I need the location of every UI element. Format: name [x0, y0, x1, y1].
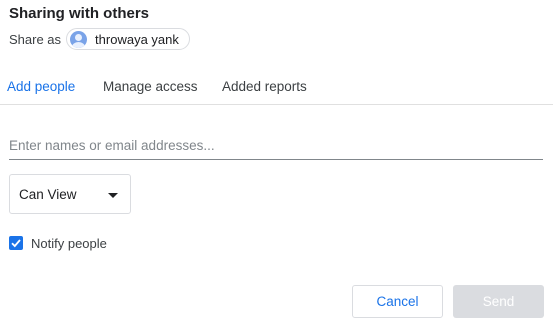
permission-dropdown[interactable]: Can View: [9, 174, 131, 214]
tab-bar: Add people Manage access Added reports: [0, 70, 553, 105]
send-button[interactable]: Send: [453, 285, 544, 318]
tab-added-reports[interactable]: Added reports: [222, 79, 307, 94]
cancel-button[interactable]: Cancel: [352, 285, 443, 318]
notify-label: Notify people: [31, 235, 107, 251]
checkmark-icon: [11, 239, 21, 248]
user-chip[interactable]: throwaya yank: [66, 28, 190, 50]
share-as-row: Share as throwaya yank: [9, 28, 190, 50]
user-name: throwaya yank: [95, 31, 179, 47]
dropdown-arrow-icon: [108, 193, 118, 198]
share-as-label: Share as: [9, 31, 62, 47]
tab-add-people[interactable]: Add people: [7, 79, 75, 94]
tab-manage-access[interactable]: Manage access: [103, 79, 198, 94]
recipients-input[interactable]: [9, 132, 543, 160]
avatar-icon: [70, 30, 88, 48]
notify-option[interactable]: Notify people: [9, 235, 107, 251]
permission-selected: Can View: [19, 186, 77, 202]
notify-checkbox[interactable]: [9, 236, 23, 250]
dialog-title: Sharing with others: [9, 5, 150, 22]
share-dialog: Sharing with others Share as throwaya ya…: [0, 0, 553, 330]
